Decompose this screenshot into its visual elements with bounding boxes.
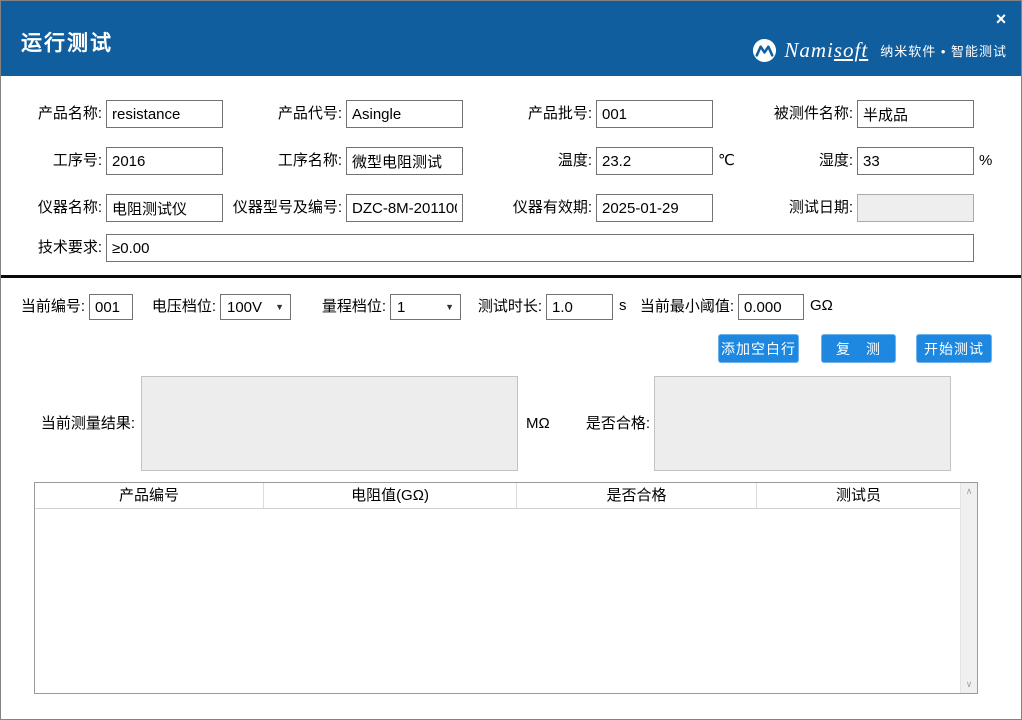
col-header-resistance[interactable]: 电阻值(GΩ): [264, 483, 517, 508]
run-test-window: 运行测试 × Namisoft 纳米软件 • 智能测试 产品名称: 产品代号: …: [0, 0, 1022, 720]
instrument-expiry-input[interactable]: [596, 194, 713, 222]
instrument-name-label: 仪器名称:: [2, 194, 102, 222]
close-icon[interactable]: ×: [990, 8, 1012, 30]
range-gear-label: 量程档位:: [286, 294, 386, 320]
measure-result-label: 当前测量结果:: [5, 410, 135, 438]
col-header-tester[interactable]: 测试员: [757, 483, 960, 508]
min-threshold-label: 当前最小阈值:: [614, 294, 734, 320]
tech-requirement-label: 技术要求:: [2, 234, 102, 262]
brand-name: Namisoft: [784, 38, 868, 63]
min-threshold-unit: GΩ: [810, 293, 833, 319]
test-duration-input[interactable]: [546, 294, 613, 320]
voltage-gear-value: 100V: [227, 299, 262, 316]
results-table-header: 产品编号 电阻值(GΩ) 是否合格 测试员: [35, 483, 960, 509]
chevron-down-icon: ▼: [275, 302, 284, 312]
humidity-input[interactable]: [857, 147, 974, 175]
test-date-label: 测试日期:: [703, 194, 853, 222]
section-divider: [1, 275, 1022, 278]
test-date-input: [857, 194, 974, 222]
instrument-model-label: 仪器型号及编号:: [192, 194, 342, 222]
humidity-unit: %: [979, 147, 992, 175]
scroll-down-icon[interactable]: ∨: [961, 676, 977, 693]
vertical-scrollbar[interactable]: ∧ ∨: [960, 483, 977, 693]
min-threshold-input[interactable]: [738, 294, 804, 320]
temperature-label: 温度:: [442, 147, 592, 175]
brand-area: Namisoft 纳米软件 • 智能测试: [752, 38, 1007, 63]
dut-name-input[interactable]: [857, 100, 974, 128]
page-title: 运行测试: [21, 27, 113, 57]
add-blank-row-button[interactable]: 添加空白行: [718, 334, 799, 363]
voltage-gear-label: 电压档位:: [116, 294, 216, 320]
voltage-gear-select[interactable]: 100V ▼: [220, 294, 291, 320]
qualified-box: [654, 376, 951, 471]
test-duration-label: 测试时长:: [442, 294, 542, 320]
process-no-label: 工序号:: [2, 147, 102, 175]
instrument-expiry-label: 仪器有效期:: [442, 194, 592, 222]
current-no-label: 当前编号:: [5, 294, 85, 320]
product-batch-input[interactable]: [596, 100, 713, 128]
start-test-button[interactable]: 开始测试: [916, 334, 992, 363]
dut-name-label: 被测件名称:: [703, 100, 853, 128]
qualified-label: 是否合格:: [504, 410, 650, 438]
measure-result-box: [141, 376, 518, 471]
col-header-product-no[interactable]: 产品编号: [35, 483, 264, 508]
product-code-label: 产品代号:: [192, 100, 342, 128]
title-bar: 运行测试 × Namisoft 纳米软件 • 智能测试: [1, 1, 1021, 76]
humidity-label: 湿度:: [703, 147, 853, 175]
scroll-up-icon[interactable]: ∧: [961, 483, 977, 500]
namisoft-logo-icon: [752, 38, 777, 63]
retest-button[interactable]: 复 测: [821, 334, 896, 363]
product-name-label: 产品名称:: [2, 100, 102, 128]
process-name-label: 工序名称:: [192, 147, 342, 175]
brand-tagline: 纳米软件 • 智能测试: [880, 41, 1007, 60]
results-table: 产品编号 电阻值(GΩ) 是否合格 测试员 ∧ ∨: [34, 482, 978, 694]
temperature-input[interactable]: [596, 147, 713, 175]
brand-name-head: Nami: [784, 38, 834, 62]
range-gear-value: 1: [397, 299, 405, 316]
tech-requirement-input[interactable]: [106, 234, 974, 262]
product-batch-label: 产品批号:: [442, 100, 592, 128]
col-header-qualified[interactable]: 是否合格: [517, 483, 757, 508]
brand-name-tail: soft: [834, 38, 868, 62]
